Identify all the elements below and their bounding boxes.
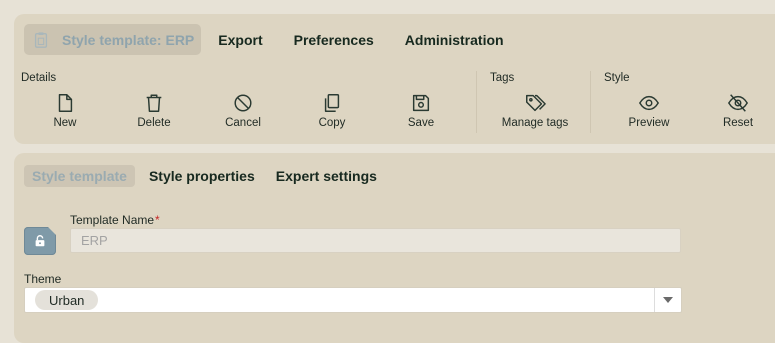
lock-badge[interactable] bbox=[24, 227, 56, 255]
required-marker: * bbox=[155, 213, 160, 227]
cancel-label: Cancel bbox=[225, 117, 261, 129]
form-panel: Style template Style properties Expert s… bbox=[14, 153, 775, 343]
cancel-button[interactable]: Cancel bbox=[203, 92, 283, 129]
preview-label: Preview bbox=[628, 117, 670, 129]
clipboard-icon bbox=[34, 31, 48, 48]
tab-label: Administration bbox=[404, 31, 504, 48]
group-divider bbox=[590, 71, 591, 133]
eye-slash-icon bbox=[727, 94, 749, 112]
template-name-input[interactable]: ERP bbox=[70, 228, 681, 253]
form-tabs: Style template Style properties Expert s… bbox=[24, 165, 390, 187]
theme-select[interactable]: Urban bbox=[24, 287, 682, 313]
copy-button[interactable]: Copy bbox=[292, 92, 372, 129]
theme-selected-chip[interactable]: Urban bbox=[35, 290, 99, 310]
tab-label: Preferences bbox=[293, 31, 374, 48]
group-divider bbox=[476, 71, 477, 133]
tab-export[interactable]: Export bbox=[207, 24, 273, 55]
floppy-icon bbox=[412, 94, 430, 112]
template-name-placeholder: ERP bbox=[81, 233, 108, 248]
reset-button[interactable]: Reset bbox=[698, 92, 775, 129]
chevron-down-icon[interactable] bbox=[654, 288, 681, 312]
tab-style-properties[interactable]: Style properties bbox=[141, 165, 263, 187]
tab-label: Export bbox=[218, 31, 263, 48]
copy-icon bbox=[324, 94, 340, 112]
new-label: New bbox=[53, 117, 77, 129]
manage-tags-label: Manage tags bbox=[501, 117, 569, 129]
save-label: Save bbox=[407, 117, 435, 129]
theme-label: Theme bbox=[24, 272, 62, 286]
tags-icon bbox=[526, 94, 546, 112]
group-label-details: Details bbox=[21, 72, 57, 84]
eye-icon bbox=[638, 95, 660, 111]
delete-button[interactable]: Delete bbox=[114, 92, 194, 129]
lock-icon bbox=[35, 235, 45, 247]
file-icon bbox=[58, 94, 73, 112]
trash-icon bbox=[146, 94, 162, 112]
group-label-tags: Tags bbox=[490, 72, 515, 84]
ribbon-tabs: Style template: ERP Export Preferences A… bbox=[24, 24, 524, 55]
new-button[interactable]: New bbox=[25, 92, 105, 129]
tab-style-template[interactable]: Style template bbox=[24, 165, 135, 187]
ban-icon bbox=[234, 94, 252, 112]
template-name-label-text: Template Name bbox=[70, 213, 155, 227]
template-name-label: Template Name* bbox=[70, 213, 160, 227]
save-button[interactable]: Save bbox=[381, 92, 461, 129]
tab-preferences[interactable]: Preferences bbox=[283, 24, 385, 55]
ribbon-panel: Style template: ERP Export Preferences A… bbox=[14, 14, 775, 144]
tab-label: Style template: ERP bbox=[62, 31, 195, 48]
copy-label: Copy bbox=[318, 117, 346, 129]
preview-button[interactable]: Preview bbox=[609, 92, 689, 129]
manage-tags-button[interactable]: Manage tags bbox=[495, 92, 575, 129]
tab-style-template-erp[interactable]: Style template: ERP bbox=[24, 24, 202, 55]
group-label-style: Style bbox=[604, 72, 630, 84]
tab-expert-settings[interactable]: Expert settings bbox=[268, 165, 385, 187]
delete-label: Delete bbox=[137, 117, 171, 129]
tab-administration[interactable]: Administration bbox=[394, 24, 515, 55]
reset-label: Reset bbox=[722, 117, 754, 129]
